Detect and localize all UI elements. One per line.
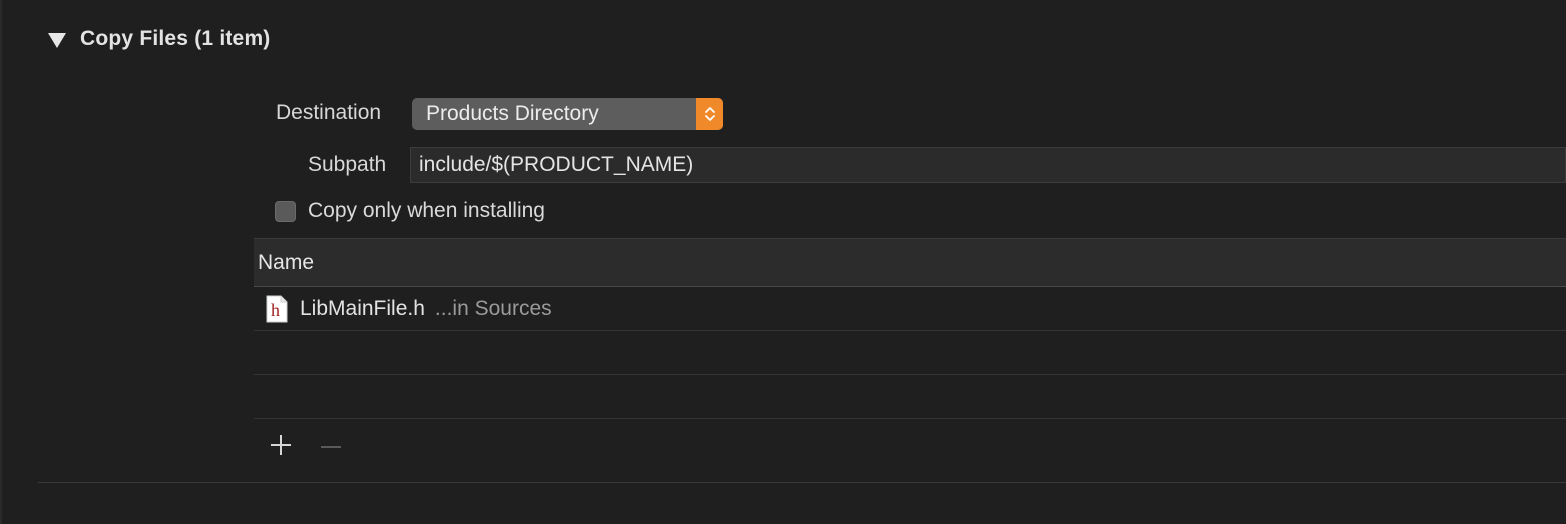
add-button[interactable] bbox=[266, 430, 296, 460]
minus-icon bbox=[321, 446, 341, 448]
file-location: ...in Sources bbox=[434, 296, 552, 320]
header-file-icon: h bbox=[266, 295, 288, 323]
copy-only-installing-label: Copy only when installing bbox=[308, 199, 545, 222]
left-edge bbox=[0, 0, 2, 524]
header-file-letter: h bbox=[271, 299, 280, 320]
section-title: Copy Files (1 item) bbox=[80, 27, 271, 50]
column-header-name[interactable]: Name bbox=[254, 251, 314, 275]
subpath-label: Subpath bbox=[308, 153, 387, 176]
subpath-input[interactable]: include/$(PRODUCT_NAME) bbox=[410, 147, 1566, 183]
plus-icon bbox=[271, 435, 291, 455]
destination-label: Destination bbox=[276, 101, 382, 124]
table-row[interactable]: h LibMainFile.h ...in Sources bbox=[254, 287, 1566, 331]
copy-only-installing-checkbox[interactable] bbox=[275, 200, 296, 222]
copy-files-section-header[interactable]: Copy Files (1 item) bbox=[48, 24, 271, 54]
table-row-empty bbox=[254, 331, 1566, 375]
remove-button[interactable] bbox=[316, 430, 346, 460]
disclosure-triangle-icon[interactable] bbox=[48, 32, 66, 48]
copy-only-installing-row[interactable]: Copy only when installing bbox=[275, 197, 545, 225]
table-header: Name bbox=[254, 238, 1566, 287]
popup-stepper-icon[interactable] bbox=[696, 98, 723, 130]
chevron-up-down-icon bbox=[704, 107, 715, 121]
file-name: LibMainFile.h bbox=[300, 296, 425, 320]
destination-popup-value: Products Directory bbox=[426, 102, 599, 125]
section-divider bbox=[38, 482, 1566, 483]
files-table: Name h LibMainFile.h ...in Sources bbox=[254, 238, 1566, 468]
table-row-empty bbox=[254, 375, 1566, 419]
copy-files-build-phase: Copy Files (1 item) Destination Products… bbox=[0, 0, 1566, 524]
destination-popup[interactable]: Products Directory bbox=[412, 98, 723, 130]
